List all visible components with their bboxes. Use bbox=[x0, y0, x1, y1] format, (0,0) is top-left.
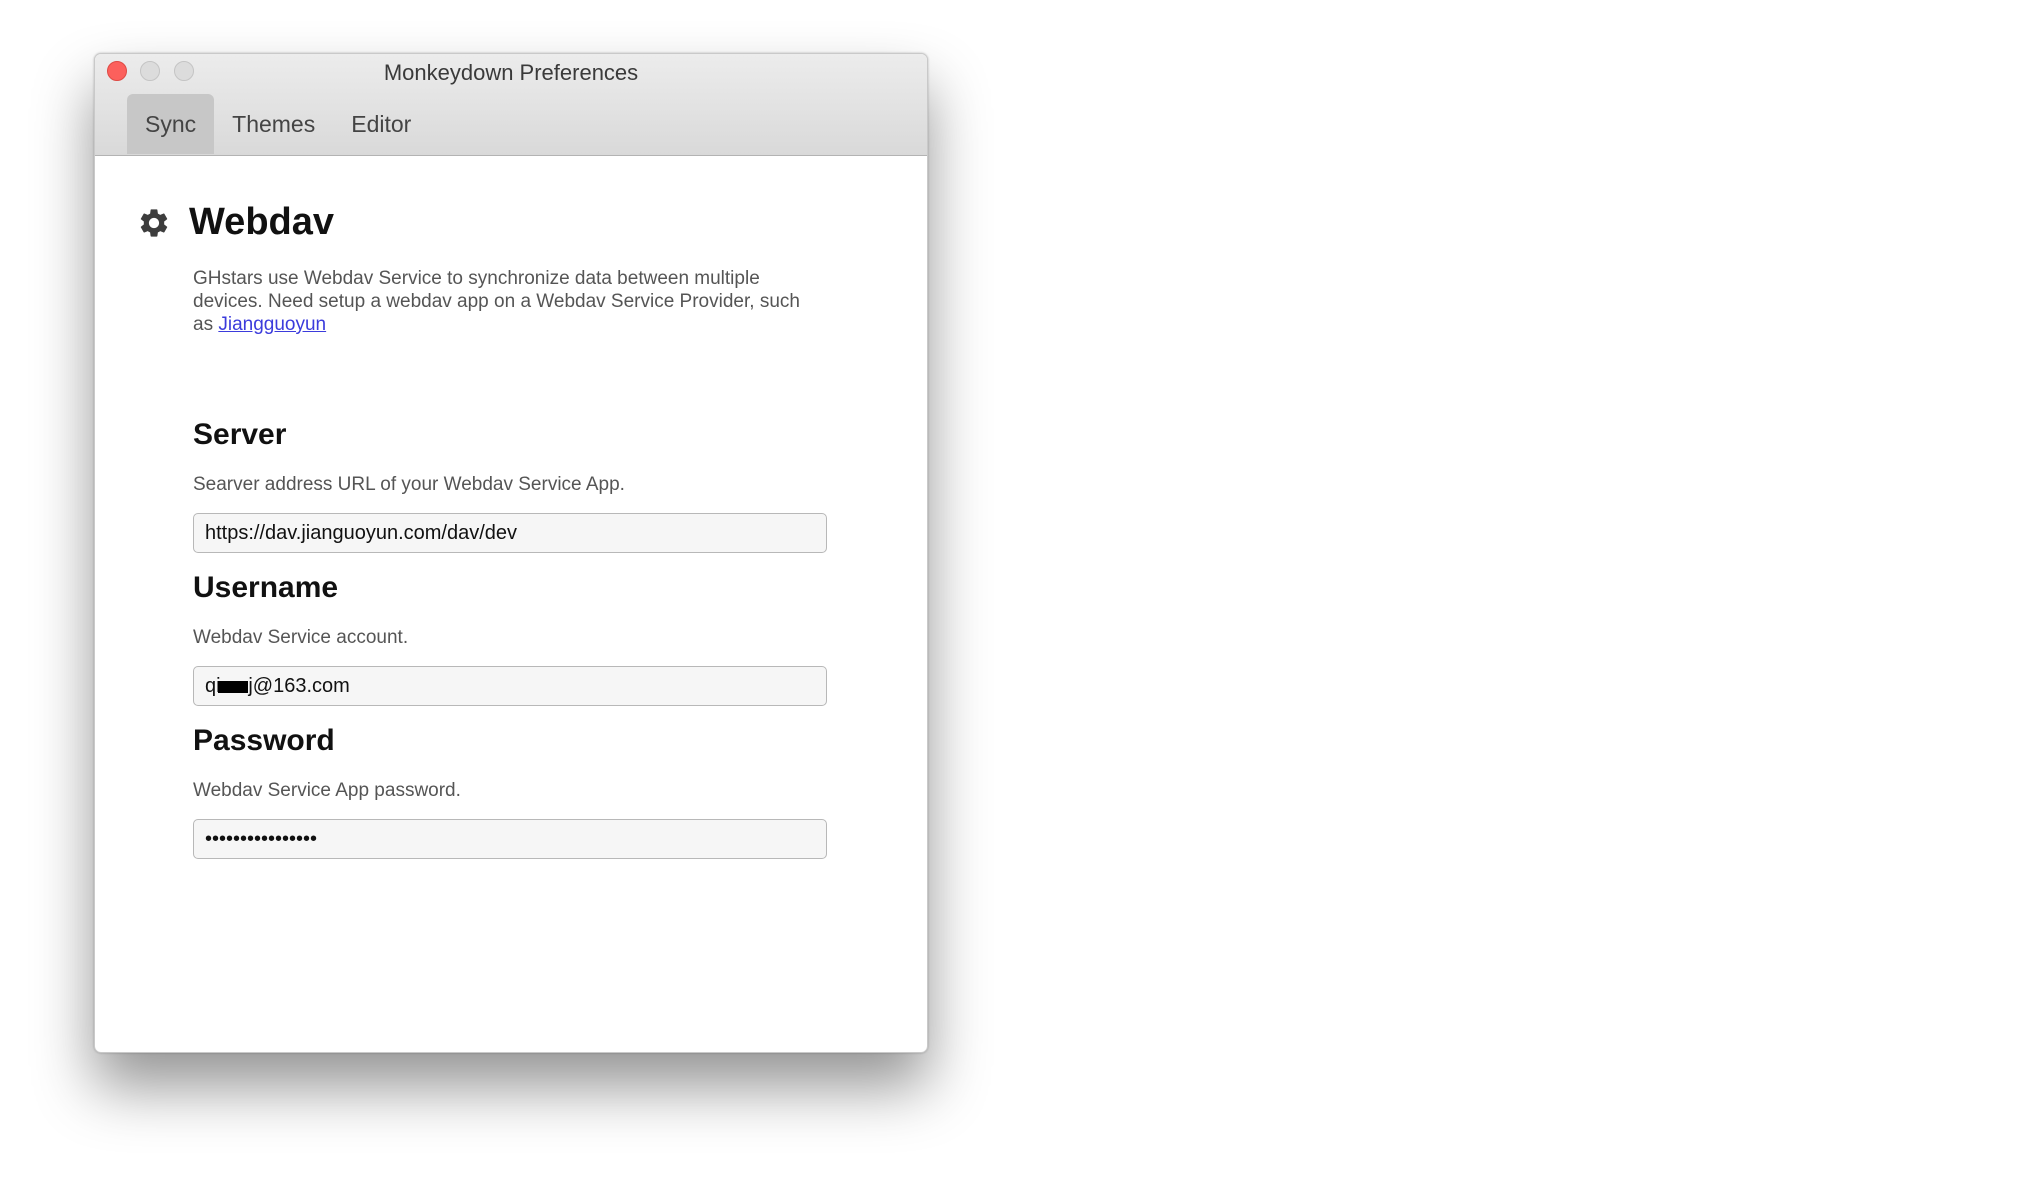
tab-sync[interactable]: Sync bbox=[127, 94, 215, 154]
preferences-window: Monkeydown Preferences Sync Themes Edito… bbox=[94, 53, 928, 1053]
username-help: Webdav Service account. bbox=[193, 627, 409, 648]
section-header: Webdav bbox=[137, 201, 334, 244]
section-description: GHstars use Webdav Service to synchroniz… bbox=[193, 267, 813, 336]
server-help: Searver address URL of your Webdav Servi… bbox=[193, 474, 625, 495]
window-title: Monkeydown Preferences bbox=[383, 60, 639, 85]
section-title: Webdav bbox=[189, 201, 335, 243]
username-input[interactable] bbox=[193, 666, 827, 706]
preferences-tabs: Sync Themes Editor bbox=[127, 94, 429, 154]
username-field-wrapper bbox=[193, 666, 827, 706]
password-help: Webdav Service App password. bbox=[193, 780, 461, 801]
tab-themes[interactable]: Themes bbox=[214, 94, 333, 154]
redaction-bar bbox=[218, 681, 248, 693]
tab-editor[interactable]: Editor bbox=[333, 94, 429, 154]
server-title: Server bbox=[193, 418, 287, 451]
password-title: Password bbox=[193, 724, 335, 757]
username-title: Username bbox=[193, 571, 339, 604]
jiangguoyun-link[interactable]: Jiangguoyun bbox=[218, 314, 326, 335]
server-input[interactable] bbox=[193, 513, 827, 553]
gear-icon bbox=[140, 208, 168, 237]
password-input[interactable] bbox=[193, 819, 827, 859]
title-bar[interactable]: Monkeydown Preferences Sync Themes Edito… bbox=[95, 54, 927, 156]
